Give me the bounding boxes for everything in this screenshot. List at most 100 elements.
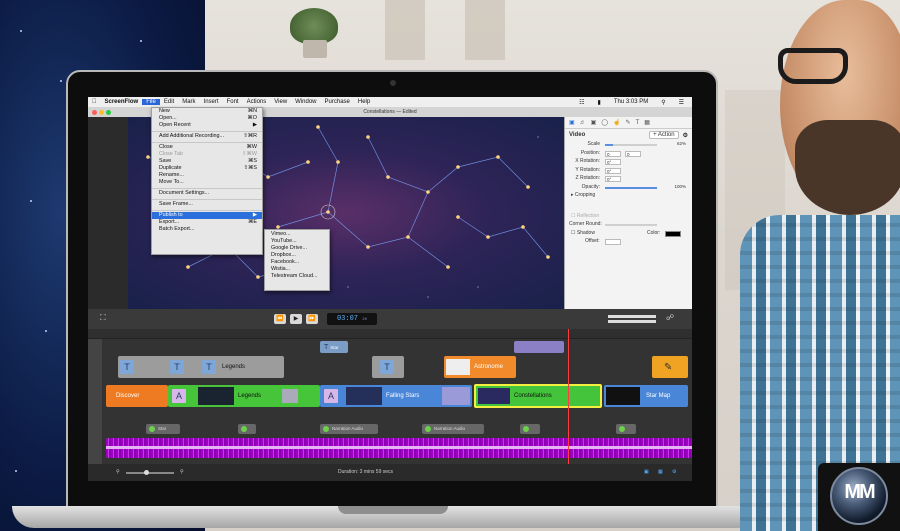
publish-google-drive[interactable]: Google Drive...	[265, 245, 329, 252]
menu-app-name[interactable]: ScreenFlow	[101, 99, 143, 105]
menu-item-document-settings[interactable]: Document Settings...	[152, 190, 262, 197]
y-rotation-field[interactable]: 0°	[605, 167, 621, 174]
x-rotation-field[interactable]: 0°	[605, 159, 621, 165]
publish-vimeo[interactable]: Vimeo...	[265, 231, 329, 238]
menu-item-duplicate[interactable]: Duplicate ⇧⌘S	[152, 165, 262, 172]
minimize-window-button[interactable]	[99, 110, 104, 115]
media-library-icon[interactable]: ▦	[644, 119, 650, 126]
audio-clip-small[interactable]	[238, 424, 256, 434]
audio-properties-icon[interactable]: ♬	[580, 120, 586, 126]
menu-item-batch-export[interactable]: Batch Export...	[152, 226, 262, 233]
video-clip-legends[interactable]: A Legends	[168, 385, 320, 407]
menu-item-move-to[interactable]: Move To...	[152, 179, 262, 186]
disclosure-triangle-icon[interactable]: ▸	[571, 192, 574, 198]
menu-help[interactable]: Help	[354, 99, 374, 105]
menubar-clock[interactable]: Thu 3:03 PM	[610, 99, 652, 106]
add-action-button[interactable]: + Action	[649, 131, 679, 139]
position-y-field[interactable]: 0	[625, 150, 641, 157]
menu-item-open[interactable]: Open... ⌘O	[152, 115, 262, 122]
scale-value[interactable]: 62%	[677, 141, 686, 146]
title-clip-astronome[interactable]: Astronome	[444, 356, 516, 378]
publish-dropbox[interactable]: Dropbox...	[265, 252, 329, 259]
title-clip-text[interactable]: T	[372, 356, 404, 378]
menu-item-close[interactable]: Close ⌘W	[152, 144, 262, 151]
menu-purchase[interactable]: Purchase	[321, 99, 354, 105]
annotation-clip[interactable]: ✎	[652, 356, 688, 378]
menu-item-save[interactable]: Save ⌘S	[152, 158, 262, 165]
shadow-checkbox[interactable]: ☐	[571, 230, 575, 236]
opacity-value[interactable]: 100%	[674, 184, 686, 189]
menu-item-publish-to[interactable]: Publish to ▶	[152, 212, 262, 219]
menu-view[interactable]: View	[270, 99, 291, 105]
zoom-in-icon[interactable]: ⚲	[180, 464, 184, 481]
menu-font[interactable]: Font	[223, 99, 243, 105]
library-icon[interactable]: ▦	[658, 464, 663, 481]
audio-clip-star[interactable]: Star	[146, 424, 180, 434]
y-rotation-row: Y Rotation: 0°	[565, 167, 692, 176]
z-rotation-field[interactable]: 0°	[605, 176, 621, 182]
menu-item-add-recording[interactable]: Add Additional Recording... ⇧⌘R	[152, 133, 262, 140]
small-title-clip[interactable]: T Star	[320, 341, 348, 353]
screen-recording-icon[interactable]: ▣	[591, 119, 597, 126]
search-icon[interactable]: ⚲	[657, 99, 669, 106]
publish-wistia[interactable]: Wistia...	[265, 266, 329, 273]
layout-icon[interactable]: ▣	[644, 464, 649, 481]
apple-icon[interactable]: 	[88, 99, 101, 105]
audio-clip-small[interactable]	[616, 424, 636, 434]
battery-icon[interactable]: ▮	[594, 99, 605, 106]
callout-icon[interactable]: ◯	[601, 119, 608, 126]
menu-item-open-recent[interactable]: Open Recent ▶	[152, 122, 262, 129]
corner-round-slider[interactable]	[605, 224, 657, 226]
settings-icon[interactable]: ⚙	[672, 464, 676, 481]
menu-item-new[interactable]: New ⌘N	[152, 108, 262, 115]
zoom-out-icon[interactable]: ⚲	[116, 464, 120, 481]
close-window-button[interactable]	[92, 110, 97, 115]
crop-tool-icon[interactable]: ⛶	[100, 313, 106, 323]
title-clip-legends[interactable]: T T T Legends	[118, 356, 284, 378]
audio-clip-small[interactable]	[520, 424, 540, 434]
video-clip-star-map[interactable]: Star Map	[604, 385, 688, 407]
duration-label: Duration: 3 mins 59 secs	[338, 469, 394, 475]
publish-telestream-cloud[interactable]: Telestream Cloud...	[265, 273, 329, 280]
menu-mark[interactable]: Mark	[178, 99, 199, 105]
menu-item-rename[interactable]: Rename...	[152, 172, 262, 179]
publish-facebook[interactable]: Facebook...	[265, 259, 329, 266]
annotation-icon[interactable]: ✎	[626, 119, 631, 126]
menu-file[interactable]: File	[142, 99, 160, 105]
zoom-slider-thumb[interactable]	[144, 470, 149, 475]
menu-edit[interactable]: Edit	[160, 99, 178, 105]
video-clip-discover[interactable]: Discover	[106, 385, 168, 407]
audio-clip-narration-1[interactable]: Narration Audio	[320, 424, 378, 434]
rewind-button[interactable]: ⏪	[274, 314, 286, 324]
legends-label: Legends	[238, 393, 262, 399]
reflection-checkbox[interactable]: ☐	[571, 213, 575, 219]
video-clip-falling-stars[interactable]: A Falling Stars	[320, 385, 472, 407]
playhead[interactable]	[568, 329, 569, 469]
list-icon[interactable]: ☰	[675, 99, 688, 106]
video-clip-constellations[interactable]: Constellations	[474, 384, 602, 408]
play-button[interactable]: ▶	[290, 314, 302, 324]
cropping-row[interactable]: ▸ Cropping	[565, 192, 692, 201]
fast-forward-button[interactable]: ⏩	[306, 314, 318, 324]
audio-clip-narration-2[interactable]: Narration Audio	[422, 424, 484, 434]
menu-actions[interactable]: Actions	[243, 99, 271, 105]
text-properties-icon[interactable]: T	[636, 120, 640, 126]
headphones-icon[interactable]: ☍	[666, 313, 674, 322]
settings-gear-icon[interactable]: ⚙	[683, 132, 688, 139]
video-properties-icon[interactable]: ▣	[569, 119, 575, 126]
menu-item-save-frame[interactable]: Save Frame...	[152, 201, 262, 208]
menu-item-export[interactable]: Export... ⌘E	[152, 219, 262, 226]
menu-window[interactable]: Window	[291, 99, 320, 105]
zoom-window-button[interactable]	[106, 110, 111, 115]
position-x-field[interactable]: 0	[605, 150, 621, 157]
shadow-color-swatch[interactable]	[665, 230, 681, 237]
touch-icon[interactable]: ☝	[613, 119, 620, 126]
small-media-clip[interactable]	[514, 341, 564, 353]
publish-youtube[interactable]: YouTube...	[265, 238, 329, 245]
wifi-icon[interactable]: ☷	[575, 99, 588, 106]
offset-field[interactable]	[605, 239, 621, 245]
menu-insert[interactable]: Insert	[200, 99, 223, 105]
timeline-ruler[interactable]	[88, 329, 692, 339]
pencil-icon: ✎	[664, 361, 673, 373]
zoom-slider[interactable]	[126, 472, 174, 474]
